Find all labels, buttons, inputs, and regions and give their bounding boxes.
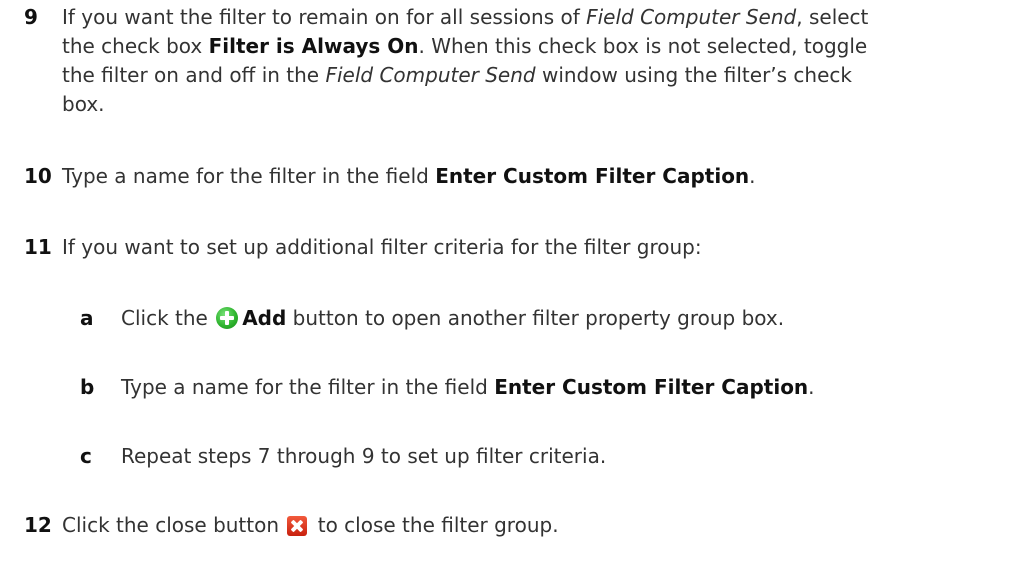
ui-label: Enter Custom Filter Caption (435, 164, 750, 188)
add-icon (216, 307, 239, 329)
text-run: to close the filter group. (311, 513, 559, 537)
text-run: button to open another filter property g… (286, 306, 785, 330)
ui-label: Filter is Always On (208, 34, 419, 58)
text-run: . (808, 375, 815, 399)
step-text-line: Type a name for the filter in the field … (62, 161, 756, 191)
app-name: Field Computer Send (586, 5, 797, 29)
step-number: 12 (24, 513, 52, 537)
substep-text: Click the Add button to open another fil… (121, 303, 784, 333)
text-run: the filter on and off in the (62, 63, 326, 87)
text-run: If you want the filter to remain on for … (62, 5, 587, 29)
step-text-line: If you want the filter to remain on for … (62, 2, 868, 32)
step-text-line: the filter on and off in the Field Compu… (62, 60, 852, 90)
text-run: Type a name for the filter in the field (121, 375, 495, 399)
text-run: Click the (121, 306, 215, 330)
step-number: 9 (24, 5, 38, 29)
text-run: , select (796, 5, 869, 29)
text-run: Type a name for the filter in the field (62, 164, 436, 188)
ui-label: Enter Custom Filter Caption (494, 375, 809, 399)
step-text-line: box. (62, 92, 105, 116)
substep-text: Repeat steps 7 through 9 to set up filte… (121, 444, 607, 468)
text-run: . (749, 164, 756, 188)
text-run: window using the filter’s check (535, 63, 852, 87)
step-number: 11 (24, 235, 52, 259)
substep-letter: a (80, 306, 94, 330)
text-run: the check box (62, 34, 209, 58)
ui-label: Add (242, 306, 287, 330)
substep-letter: b (80, 375, 95, 399)
substep-text: Type a name for the filter in the field … (121, 372, 815, 402)
step-text-line: the check box Filter is Always On. When … (62, 31, 867, 61)
app-name: Field Computer Send (325, 63, 536, 87)
close-icon (287, 516, 308, 536)
step-number: 10 (24, 164, 52, 188)
text-run: . When this check box is not selected, t… (418, 34, 868, 58)
step-text-line: Click the close button to close the filt… (62, 510, 559, 540)
step-text-line: If you want to set up additional filter … (62, 235, 702, 259)
text-run: Click the close button (62, 513, 286, 537)
substep-letter: c (80, 444, 92, 468)
